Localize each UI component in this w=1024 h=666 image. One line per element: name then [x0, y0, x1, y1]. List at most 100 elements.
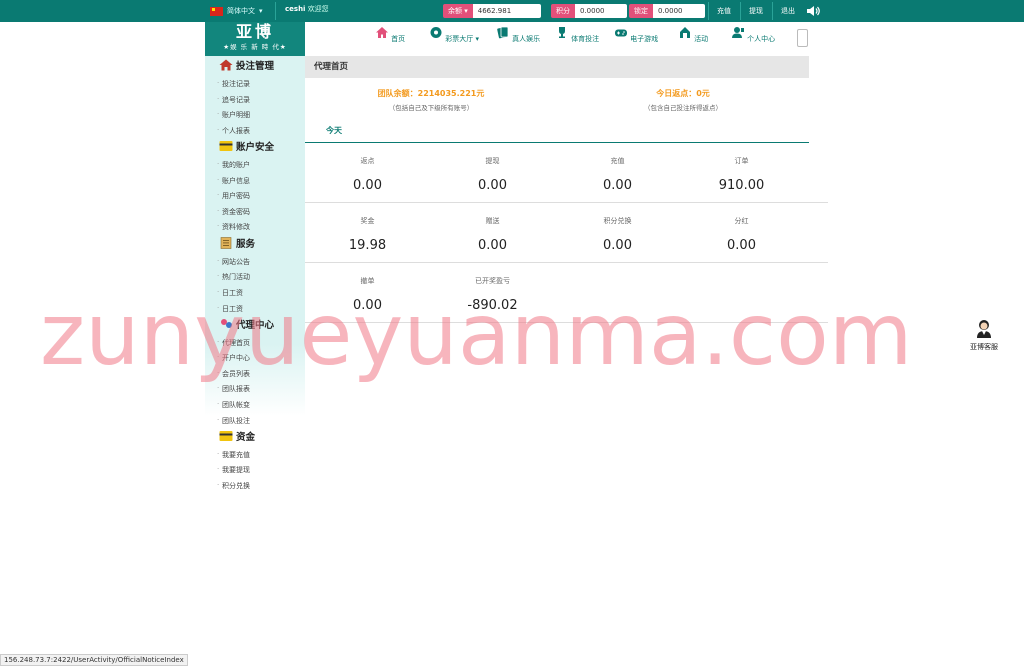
- today-rebate: 今日返点：0元: [656, 89, 710, 98]
- sidebar-item-account-info[interactable]: 账户信息: [217, 176, 250, 186]
- divider: [708, 2, 709, 20]
- sidebar-item-bet-records[interactable]: 投注记录: [217, 79, 250, 89]
- team-balance-block: 团队余额：2214035.221元 （包括自己及下级所有账号）: [305, 88, 557, 112]
- balance-label[interactable]: 余额 ▾: [443, 4, 473, 18]
- frozen-label: 锁定: [629, 4, 653, 18]
- stat-withdraw: 提现 0.00: [478, 157, 507, 193]
- caret-down-icon: ▾: [259, 7, 263, 15]
- welcome-text: ceshi 欢迎您: [285, 4, 329, 14]
- sidebar-section-service: 服务: [219, 236, 255, 250]
- sidebar-item-edit-profile[interactable]: 资料修改: [217, 222, 250, 232]
- trophy-icon: [558, 27, 565, 38]
- sidebar-item-my-account[interactable]: 我的账户: [217, 160, 250, 170]
- stat-rebate: 返点 0.00: [353, 157, 382, 193]
- nav-live-casino[interactable]: 真人娱乐: [488, 26, 548, 44]
- sidebar-item-personal-report[interactable]: 个人报表: [217, 126, 250, 136]
- frozen-box: 锁定 0.0000: [629, 4, 705, 18]
- home-icon: [375, 27, 388, 38]
- sidebar-item-chase-records[interactable]: 追号记录: [217, 95, 250, 105]
- team-balance-note: （包括自己及下级所有账号）: [388, 104, 474, 112]
- sidebar-item-team-bets[interactable]: 团队投注: [217, 416, 250, 426]
- nav-user-center[interactable]: 个人中心: [723, 26, 783, 44]
- sidebar-item-account-details[interactable]: 账户明细: [217, 110, 250, 120]
- nav-activity[interactable]: 活动: [663, 26, 723, 44]
- stat-gift: 赠送 0.00: [478, 217, 507, 253]
- sidebar-item-recharge[interactable]: 我要充值: [217, 450, 250, 460]
- customer-service-label: 亚博客服: [970, 343, 998, 351]
- stats-row: 奖金 19.98 赠送 0.00 积分兑换 0.00 分红 0.00: [305, 210, 828, 263]
- logo-title: 亚博: [235, 22, 274, 41]
- nav-egames[interactable]: 电子游戏: [606, 26, 666, 44]
- nav-label: 个人中心: [747, 35, 776, 43]
- sidebar-section-bet-management: 投注管理: [219, 58, 274, 72]
- nav-home[interactable]: 首页: [360, 26, 420, 44]
- recharge-link[interactable]: 充值: [717, 6, 731, 16]
- gamepad-icon: [614, 29, 627, 37]
- top-bar: 简体中文 ▾ ceshi 欢迎您 余额 ▾ 4662.981 积分 0.0000…: [0, 0, 1024, 22]
- nav-label: 活动: [694, 35, 709, 43]
- customer-service-button[interactable]: 亚博客服: [966, 318, 1002, 352]
- divider: [772, 2, 773, 20]
- sidebar-item-team-report[interactable]: 团队报表: [217, 384, 250, 394]
- sidebar-item-withdraw[interactable]: 我要提现: [217, 465, 250, 475]
- cards-icon: [497, 26, 509, 39]
- divider: [740, 2, 741, 20]
- balance-box[interactable]: 余额 ▾ 4662.981: [443, 4, 541, 18]
- today-rebate-block: 今日返点：0元 （包含自己投注所得返点）: [557, 88, 809, 112]
- username: ceshi: [285, 5, 306, 13]
- language-selector[interactable]: 简体中文 ▾: [210, 4, 263, 18]
- speaker-icon[interactable]: [806, 4, 820, 18]
- caret-down-icon: ▾: [473, 35, 479, 43]
- nav-label: 真人娱乐: [512, 35, 541, 43]
- language-label: 简体中文: [227, 7, 255, 15]
- main-nav: 首页 彩票大厅 ▾ 真人娱乐 体育投注 电子游戏 活动 个人中心: [305, 22, 809, 56]
- gift-icon: [679, 27, 690, 38]
- stat-bonus: 奖金 19.98: [348, 217, 387, 253]
- china-flag-icon: [210, 6, 223, 16]
- sidebar-item-points-exchange[interactable]: 积分兑换: [217, 481, 250, 491]
- sidebar-item-fund-password[interactable]: 资金密码: [217, 207, 250, 217]
- frozen-value: 0.0000: [653, 4, 705, 18]
- welcome-label: 欢迎您: [307, 5, 329, 13]
- stat-points-exchange: 积分兑换 0.00: [603, 217, 632, 253]
- house-icon: [219, 59, 233, 71]
- sidebar-item-site-notice[interactable]: 网站公告: [217, 257, 250, 267]
- sidebar-section-funds: 资金: [219, 429, 255, 443]
- nav-lottery[interactable]: 彩票大厅 ▾: [424, 26, 484, 44]
- tab-underline: [305, 142, 809, 143]
- site-logo[interactable]: 亚博 ★娱 乐 新 時 代★: [205, 22, 305, 56]
- tab-today[interactable]: 今天: [313, 121, 355, 143]
- customer-service-avatar-icon: [977, 320, 991, 338]
- nav-label: 体育投注: [571, 35, 600, 43]
- card-icon: [219, 141, 233, 151]
- nav-label: 彩票大厅: [445, 35, 474, 43]
- balance-value: 4662.981: [472, 4, 541, 18]
- sidebar-item-hot-activities[interactable]: 热门活动: [217, 272, 250, 282]
- user-icon: [731, 27, 744, 38]
- wallet-icon: [219, 431, 233, 441]
- watermark: zunyueyuanma.com: [40, 285, 913, 385]
- browser-status-url: 156.248.73.7:2422/UserActivity/OfficialN…: [0, 654, 188, 666]
- points-box: 积分 0.0000: [551, 4, 627, 18]
- stats-row: 返点 0.00 提现 0.00 充值 0.00 订单 910.00: [305, 150, 828, 203]
- divider: [275, 2, 276, 20]
- stat-orders: 订单 910.00: [718, 157, 765, 193]
- nav-label: 首页: [391, 35, 406, 43]
- lottery-icon: [430, 27, 442, 38]
- sidebar-section-account-security: 账户安全: [219, 139, 274, 153]
- points-value: 0.0000: [575, 4, 627, 18]
- nav-label: 电子游戏: [630, 35, 659, 43]
- team-balance: 团队余额：2214035.221元: [377, 89, 485, 98]
- today-rebate-note: （包含自己投注所得返点）: [644, 104, 722, 112]
- sidebar-item-team-changes[interactable]: 团队帐变: [217, 400, 250, 410]
- nav-sports[interactable]: 体育投注: [547, 26, 607, 44]
- stat-recharge: 充值 0.00: [603, 157, 632, 193]
- page-title: 代理首页: [305, 56, 809, 78]
- withdraw-link[interactable]: 提现: [749, 6, 763, 16]
- mobile-phone-icon[interactable]: [797, 29, 808, 47]
- stat-dividend: 分红 0.00: [727, 217, 756, 253]
- logo-slogan: ★娱 乐 新 時 代★: [223, 43, 287, 51]
- logout-link[interactable]: 退出: [781, 6, 795, 16]
- sidebar-item-user-password[interactable]: 用户密码: [217, 191, 250, 201]
- points-label: 积分: [551, 4, 575, 18]
